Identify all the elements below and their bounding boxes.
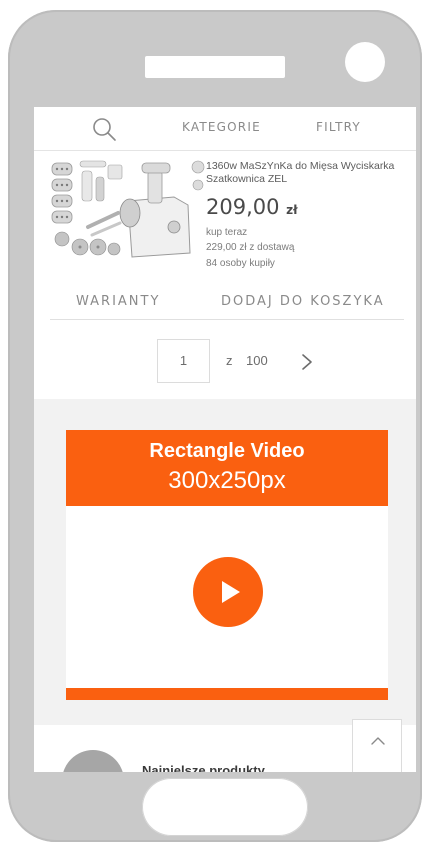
play-button[interactable] bbox=[193, 557, 263, 627]
chevron-up-icon bbox=[371, 737, 385, 745]
ad-section: Rectangle Video 300x250px bbox=[34, 399, 416, 725]
scroll-to-top-button[interactable] bbox=[352, 719, 402, 772]
phone-speaker bbox=[145, 56, 285, 78]
phone-screen: KATEGORIE FILTRY 1360w MaSzYnKa do Mięsa… bbox=[34, 107, 416, 772]
ad-header: Rectangle Video 300x250px bbox=[66, 430, 388, 506]
top-navigation: KATEGORIE FILTRY bbox=[34, 107, 416, 151]
phone-camera bbox=[345, 42, 385, 82]
product-price-currency: zł bbox=[286, 203, 298, 217]
video-progress-bar bbox=[66, 688, 388, 700]
nav-categories-link[interactable]: KATEGORIE bbox=[182, 120, 261, 134]
chevron-right-icon[interactable] bbox=[300, 353, 314, 371]
ad-title: Rectangle Video bbox=[149, 440, 305, 462]
section-heading: Najnielsze produkty bbox=[142, 763, 265, 772]
search-icon[interactable] bbox=[91, 116, 117, 142]
phone-frame: KATEGORIE FILTRY 1360w MaSzYnKa do Mięsa… bbox=[8, 10, 422, 842]
pagination-total: 100 bbox=[246, 353, 268, 368]
product-image[interactable] bbox=[48, 157, 210, 265]
pagination-of-label: z bbox=[226, 353, 233, 368]
delivery-price: 229,00 zł z dostawą bbox=[206, 242, 295, 253]
home-button[interactable] bbox=[142, 778, 308, 836]
page-number-input[interactable]: 1 bbox=[157, 339, 210, 383]
product-actions: WARIANTY DODAJ DO KOSZYKA bbox=[50, 286, 404, 320]
avatar bbox=[62, 750, 124, 772]
add-to-cart-button[interactable]: DODAJ DO KOSZYKA bbox=[221, 294, 385, 309]
buy-now-label: kup teraz bbox=[206, 227, 248, 238]
product-price: 209,00 zł bbox=[206, 195, 298, 219]
product-price-value: 209,00 bbox=[206, 195, 280, 219]
product-title[interactable]: 1360w MaSzYnKa do Mięsa Wyciskarka Szatk… bbox=[206, 160, 414, 186]
play-icon bbox=[222, 581, 240, 603]
nav-filters-link[interactable]: FILTRY bbox=[316, 120, 361, 134]
video-ad[interactable]: Rectangle Video 300x250px bbox=[66, 430, 388, 700]
ad-size: 300x250px bbox=[168, 467, 286, 494]
variants-button[interactable]: WARIANTY bbox=[76, 294, 160, 309]
sold-count: 84 osoby kupiły bbox=[206, 258, 275, 269]
